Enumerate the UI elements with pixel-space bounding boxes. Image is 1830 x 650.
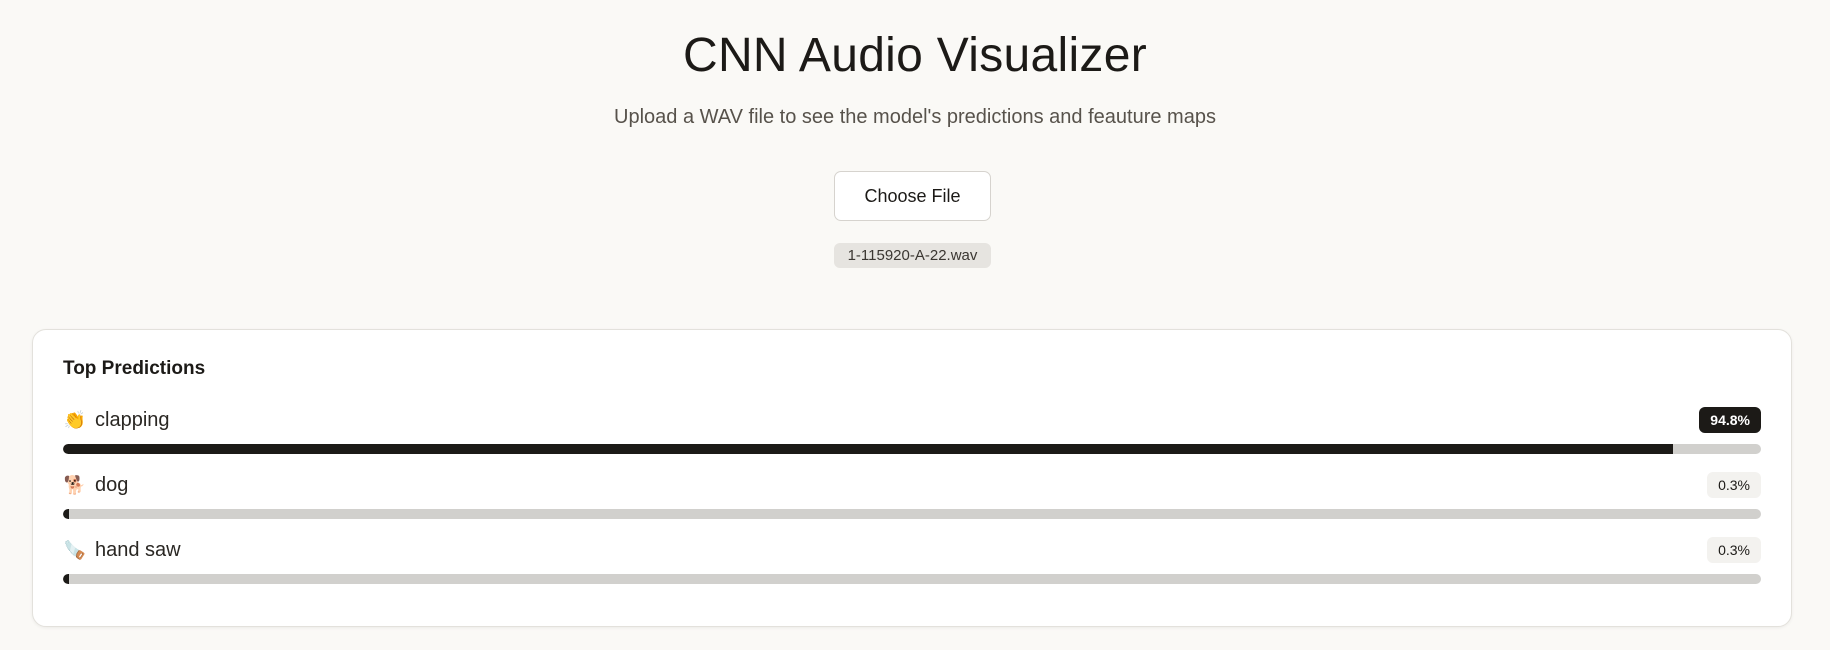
- prediction-percent-badge: 94.8%: [1699, 407, 1761, 433]
- page-title: CNN Audio Visualizer: [683, 29, 1147, 82]
- prediction-percent-badge: 0.3%: [1707, 537, 1761, 563]
- choose-file-button[interactable]: Choose File: [834, 171, 991, 221]
- prediction-bar-fill: [63, 509, 69, 519]
- prediction-percent-badge: 0.3%: [1707, 472, 1761, 498]
- top-predictions-card: Top Predictions 👏 clapping 94.8% 🐕 dog 0…: [32, 329, 1792, 627]
- dog-icon: 🐕: [63, 474, 87, 495]
- prediction-row-hand-saw: 🪚 hand saw 0.3%: [63, 536, 1761, 586]
- page-subtitle: Upload a WAV file to see the model's pre…: [614, 106, 1216, 128]
- clapping-hands-icon: 👏: [63, 409, 87, 430]
- prediction-bar-fill: [63, 574, 69, 584]
- prediction-bar-track: [63, 509, 1761, 519]
- page: CNN Audio Visualizer Upload a WAV file t…: [0, 0, 1830, 650]
- selected-file-badge: 1-115920-A-22.wav: [834, 243, 991, 268]
- prediction-bar-fill: [63, 444, 1673, 454]
- prediction-row-clapping: 👏 clapping 94.8%: [63, 406, 1761, 456]
- prediction-label-group: 👏 clapping: [63, 406, 170, 434]
- prediction-bar-track: [63, 574, 1761, 584]
- prediction-label: clapping: [95, 408, 170, 431]
- prediction-label-group: 🪚 hand saw: [63, 536, 181, 564]
- prediction-label: dog: [95, 473, 129, 496]
- prediction-label: hand saw: [95, 538, 181, 561]
- prediction-label-group: 🐕 dog: [63, 471, 129, 499]
- prediction-bar-track: [63, 444, 1761, 454]
- prediction-row-dog: 🐕 dog 0.3%: [63, 471, 1761, 521]
- saw-icon: 🪚: [63, 539, 87, 560]
- card-title: Top Predictions: [63, 358, 206, 379]
